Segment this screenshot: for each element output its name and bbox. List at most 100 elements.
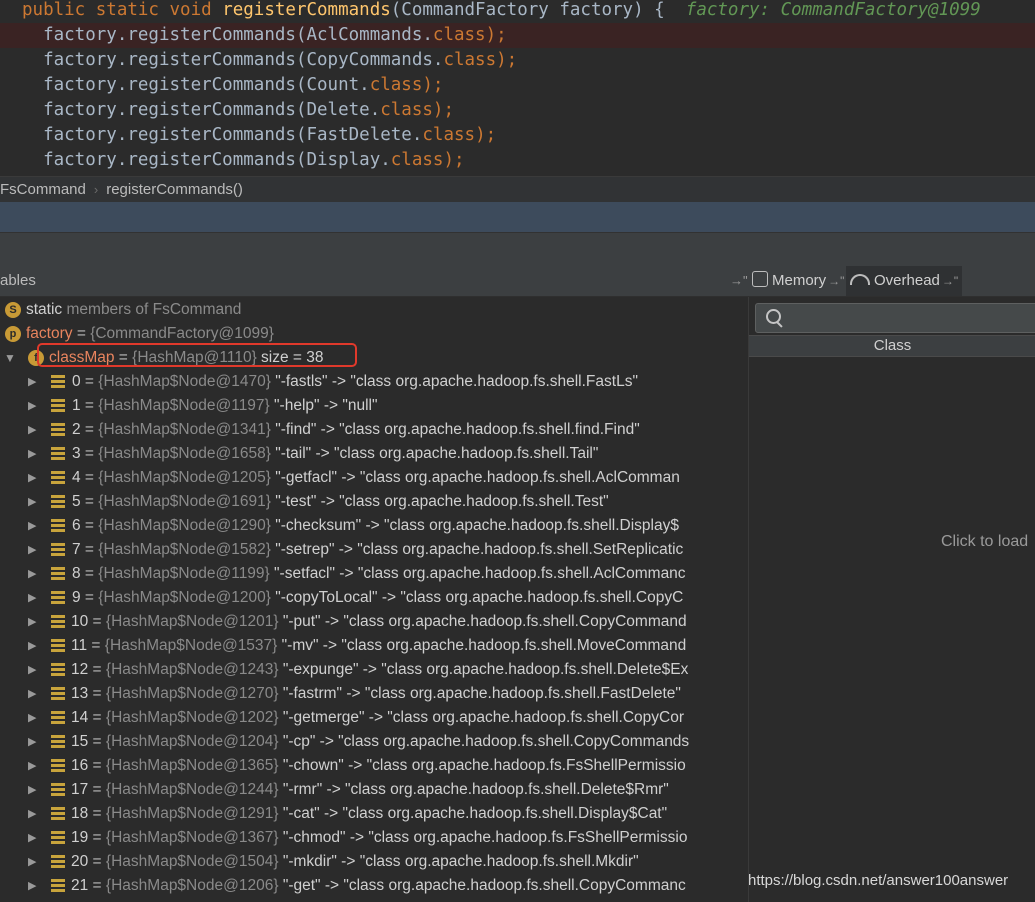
expand-arrow-icon[interactable]: ▶ xyxy=(28,634,36,658)
entry-mapping: "-mkdir" -> "class org.apache.hadoop.fs.… xyxy=(278,853,639,870)
list-entry-icon xyxy=(51,759,65,773)
tree-row-static[interactable]: S static members of FsCommand xyxy=(0,298,748,322)
entry-index: 1 xyxy=(72,397,81,414)
expand-arrow-icon[interactable]: ▶ xyxy=(28,394,36,418)
tab-memory-pin-icon[interactable]: →" xyxy=(828,274,844,288)
memory-search-input[interactable] xyxy=(755,303,1035,333)
tree-row-entry[interactable]: ▶ 8 = {HashMap$Node@1199} "-setfacl" -> "… xyxy=(0,562,748,586)
code-token: factory. xyxy=(22,125,128,145)
code-editor[interactable]: public static void registerCommands(Comm… xyxy=(0,0,1035,176)
tree-row-entry[interactable]: ▶ 7 = {HashMap$Node@1582} "-setrep" -> "c… xyxy=(0,538,748,562)
list-entry-icon xyxy=(51,543,65,557)
tree-row-entry[interactable]: ▶ 18 = {HashMap$Node@1291} "-cat" -> "cla… xyxy=(0,802,748,826)
entry-node: {HashMap$Node@1202} xyxy=(105,709,279,726)
expand-arrow-icon[interactable]: ▶ xyxy=(28,370,36,394)
tree-row-entry[interactable]: ▶ 11 = {HashMap$Node@1537} "-mv" -> "clas… xyxy=(0,634,748,658)
list-entry-icon xyxy=(51,375,65,389)
tree-row-entry[interactable]: ▶ 16 = {HashMap$Node@1365} "-chown" -> "c… xyxy=(0,754,748,778)
expand-arrow-icon[interactable]: ▶ xyxy=(28,466,36,490)
expand-arrow-icon[interactable]: ▶ xyxy=(28,562,36,586)
code-line[interactable]: factory.registerCommands(Delete.class); xyxy=(0,98,1035,123)
memory-icon xyxy=(752,271,768,287)
entry-node: {HashMap$Node@1365} xyxy=(105,757,279,774)
entry-index: 3 xyxy=(72,445,81,462)
collapse-arrow-icon[interactable]: ▼ xyxy=(4,346,16,370)
breadcrumb-class[interactable]: FsCommand xyxy=(0,177,86,203)
tree-row-entry[interactable]: ▶ 15 = {HashMap$Node@1204} "-cp" -> "clas… xyxy=(0,730,748,754)
expand-arrow-icon[interactable]: ▶ xyxy=(28,682,36,706)
parameter-badge-icon: p xyxy=(5,326,21,342)
expand-arrow-icon[interactable]: ▶ xyxy=(28,586,36,610)
tree-row-entry[interactable]: ▶ 19 = {HashMap$Node@1367} "-chmod" -> "c… xyxy=(0,826,748,850)
static-keyword: static xyxy=(26,301,63,318)
gauge-icon xyxy=(850,274,870,285)
tree-row-entry[interactable]: ▶ 21 = {HashMap$Node@1206} "-get" -> "cla… xyxy=(0,874,748,898)
tree-row-entry[interactable]: ▶ 4 = {HashMap$Node@1205} "-getfacl" -> "… xyxy=(0,466,748,490)
expand-arrow-icon[interactable]: ▶ xyxy=(28,802,36,826)
tree-row-entry[interactable]: ▶ 0 = {HashMap$Node@1470} "-fastls" -> "c… xyxy=(0,370,748,394)
tree-row-entry[interactable]: ▶ 3 = {HashMap$Node@1658} "-tail" -> "cla… xyxy=(0,442,748,466)
code-line[interactable]: factory.registerCommands(CopyCommands.cl… xyxy=(0,48,1035,73)
code-token: (AclCommands. xyxy=(295,25,433,45)
tree-row-entry[interactable]: ▶ 5 = {HashMap$Node@1691} "-test" -> "cla… xyxy=(0,490,748,514)
code-token: class xyxy=(390,150,444,170)
tab-memory[interactable]: Memory →" xyxy=(752,266,844,296)
entry-node: {HashMap$Node@1582} xyxy=(98,541,271,558)
code-line[interactable]: factory.registerCommands(Display.class); xyxy=(0,148,1035,173)
expand-arrow-icon[interactable]: ▶ xyxy=(28,490,36,514)
tab-overhead[interactable]: Overhead →" xyxy=(846,266,963,296)
variables-header: ables →" Memory →" Overhead →" xyxy=(0,266,1035,297)
code-line[interactable]: factory.registerCommands(AclCommands.cla… xyxy=(0,23,1035,48)
tree-row-entry[interactable]: ▶ 1 = {HashMap$Node@1197} "-help" -> "nul… xyxy=(0,394,748,418)
entry-index: 21 xyxy=(71,877,89,894)
code-token: class xyxy=(443,50,497,70)
expand-arrow-icon[interactable]: ▶ xyxy=(28,514,36,538)
code-line[interactable]: factory.registerCommands(FastDelete.clas… xyxy=(0,123,1035,148)
entry-node: {HashMap$Node@1200} xyxy=(98,589,271,606)
list-entry-icon xyxy=(51,687,65,701)
static-badge-icon: S xyxy=(5,302,21,318)
click-to-load-link[interactable]: Click to load xyxy=(941,533,1028,551)
expand-arrow-icon[interactable]: ▶ xyxy=(28,610,36,634)
entry-node: {HashMap$Node@1206} xyxy=(105,877,279,894)
expand-arrow-icon[interactable]: ▶ xyxy=(28,850,36,874)
entry-index: 8 xyxy=(72,565,81,582)
breadcrumb-method[interactable]: registerCommands() xyxy=(106,177,243,203)
tree-row-entry[interactable]: ▶ 10 = {HashMap$Node@1201} "-put" -> "cla… xyxy=(0,610,748,634)
entry-mapping: "-help" -> "null" xyxy=(269,397,378,414)
tree-row-entry[interactable]: ▶ 17 = {HashMap$Node@1244} "-rmr" -> "cla… xyxy=(0,778,748,802)
tree-row-entry[interactable]: ▶ 14 = {HashMap$Node@1202} "-getmerge" ->… xyxy=(0,706,748,730)
tree-row-entry[interactable]: ▶ 13 = {HashMap$Node@1270} "-fastrm" -> "… xyxy=(0,682,748,706)
list-entry-icon xyxy=(51,639,65,653)
tab-overhead-pin-icon[interactable]: →" xyxy=(942,274,958,288)
tree-row-entry[interactable]: ▶ 2 = {HashMap$Node@1341} "-find" -> "cla… xyxy=(0,418,748,442)
expand-arrow-icon[interactable]: ▶ xyxy=(28,538,36,562)
expand-arrow-icon[interactable]: ▶ xyxy=(28,706,36,730)
entry-node: {HashMap$Node@1204} xyxy=(105,733,279,750)
code-token: (CommandFactory factory) { xyxy=(390,0,686,20)
expand-arrow-icon[interactable]: ▶ xyxy=(28,826,36,850)
entry-mapping: "-cat" -> "class org.apache.hadoop.fs.sh… xyxy=(278,805,668,822)
tree-row-entry[interactable]: ▶ 12 = {HashMap$Node@1243} "-expunge" -> … xyxy=(0,658,748,682)
expand-arrow-icon[interactable]: ▶ xyxy=(28,754,36,778)
entry-node: {HashMap$Node@1470} xyxy=(98,373,271,390)
list-entry-icon xyxy=(51,567,65,581)
expand-arrow-icon[interactable]: ▶ xyxy=(28,778,36,802)
code-token: (CopyCommands. xyxy=(295,50,444,70)
tree-row-entry[interactable]: ▶ 20 = {HashMap$Node@1504} "-mkdir" -> "c… xyxy=(0,850,748,874)
variables-tree[interactable]: S static members of FsCommand p factory … xyxy=(0,297,748,902)
expand-arrow-icon[interactable]: ▶ xyxy=(28,730,36,754)
expand-arrow-icon[interactable]: ▶ xyxy=(28,658,36,682)
entry-mapping: "-expunge" -> "class org.apache.hadoop.f… xyxy=(278,661,689,678)
list-entry-icon xyxy=(51,807,65,821)
code-line[interactable]: factory.registerCommands(Count.class); xyxy=(0,73,1035,98)
expand-arrow-icon[interactable]: ▶ xyxy=(28,874,36,898)
expand-arrow-icon[interactable]: ▶ xyxy=(28,418,36,442)
expand-arrow-icon[interactable]: ▶ xyxy=(28,442,36,466)
entry-mapping: "-copyToLocal" -> "class org.apache.hado… xyxy=(270,589,684,606)
tree-row-entry[interactable]: ▶ 6 = {HashMap$Node@1290} "-checksum" -> … xyxy=(0,514,748,538)
class-column-header[interactable]: Class xyxy=(749,335,1035,357)
tree-row-entry[interactable]: ▶ 9 = {HashMap$Node@1200} "-copyToLocal" … xyxy=(0,586,748,610)
variables-pin-icon[interactable]: →" xyxy=(730,266,748,296)
code-line[interactable]: public static void registerCommands(Comm… xyxy=(0,0,1035,23)
